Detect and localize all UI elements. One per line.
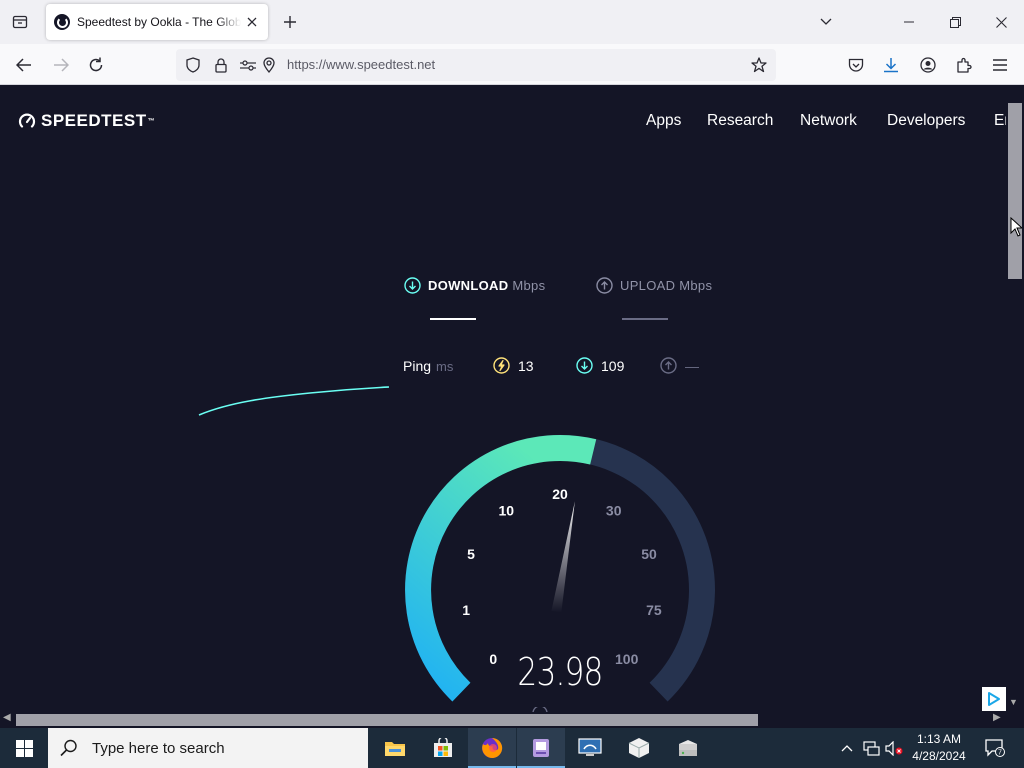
ping-download-icon	[576, 357, 593, 374]
ping-label-group: Ping ms	[403, 358, 453, 374]
extensions-puzzle-icon[interactable]	[951, 52, 977, 78]
gauge-scale-label: 5	[467, 546, 475, 562]
gauge-scale-label: 75	[646, 602, 662, 618]
ping-bolt-icon	[493, 357, 510, 374]
restore-icon[interactable]	[943, 10, 967, 34]
scrollbar-corner	[1006, 712, 1024, 728]
vertical-scroll-thumb[interactable]	[1008, 103, 1022, 279]
ping-upload-value: —	[685, 357, 699, 374]
pocket-icon[interactable]	[843, 52, 869, 78]
windows-start-icon[interactable]	[0, 728, 48, 768]
file-explorer-icon[interactable]	[371, 728, 419, 768]
gauge-scale-label: 30	[606, 502, 622, 518]
package-box-icon[interactable]	[615, 728, 663, 768]
downloads-icon[interactable]	[878, 52, 904, 78]
tracking-protection-shield-icon[interactable]	[184, 56, 202, 74]
speedtest-page: SPEEDTEST ™ Apps Research Network Develop…	[0, 85, 1006, 712]
back-arrow-icon[interactable]	[11, 52, 37, 78]
download-unit: Mbps	[512, 278, 546, 293]
account-icon[interactable]	[915, 52, 941, 78]
horizontal-scroll-thumb[interactable]	[16, 714, 758, 726]
ping-upload: —	[660, 357, 699, 374]
nav-apps[interactable]: Apps	[646, 112, 681, 130]
speedtest-favicon-icon	[54, 14, 70, 30]
gauge-speed-value: 23.98	[517, 650, 603, 694]
ping-label: Ping	[403, 358, 432, 374]
permissions-icon[interactable]	[239, 56, 257, 74]
gauge-scale-label: 10	[499, 502, 515, 518]
gauge-needle	[551, 501, 575, 613]
tab-title: Speedtest by Ookla - The Global Broadban…	[77, 15, 241, 29]
notification-count: 7	[998, 750, 1002, 757]
upload-label: UPLOAD	[620, 278, 676, 293]
download-label: DOWNLOAD	[428, 278, 509, 293]
taskbar-search-placeholder: Type here to search	[92, 739, 225, 757]
microsoft-store-icon[interactable]	[419, 728, 467, 768]
remote-desktop-icon[interactable]	[566, 728, 614, 768]
reload-icon[interactable]	[83, 52, 109, 78]
new-tab-icon[interactable]	[279, 11, 301, 33]
taskbar-clock[interactable]: 1:13 AM 4/28/2024	[906, 731, 972, 765]
minimize-icon[interactable]	[897, 10, 921, 34]
browser-nav-bar: https://www.speedtest.net	[0, 44, 1024, 85]
speed-trace-line	[198, 386, 390, 416]
url-text[interactable]: https://www.speedtest.net	[287, 57, 435, 72]
nav-network[interactable]: Network	[800, 112, 857, 130]
address-bar[interactable]: https://www.speedtest.net	[176, 49, 776, 81]
horizontal-scrollbar[interactable]: ◀ ▶	[0, 712, 1006, 728]
download-metric: DOWNLOAD Mbps	[404, 277, 545, 294]
taskbar-search-box[interactable]: Type here to search	[48, 728, 368, 768]
mouse-cursor-icon	[1010, 217, 1022, 237]
download-arrow-icon	[404, 277, 421, 294]
clock-time: 1:13 AM	[916, 732, 962, 746]
clock-date: 4/28/2024	[912, 749, 966, 763]
tab-list-icon[interactable]	[8, 10, 32, 34]
menu-hamburger-icon[interactable]	[987, 52, 1013, 78]
close-window-icon[interactable]	[989, 10, 1013, 34]
lock-icon[interactable]	[212, 56, 230, 74]
ping-download: 109	[576, 357, 624, 374]
server-stack-icon[interactable]	[664, 728, 712, 768]
browser-tab-speedtest[interactable]: Speedtest by Ookla - The Global Broadban…	[46, 4, 268, 40]
ping-upload-icon	[660, 357, 677, 374]
logo-text: SPEEDTEST	[41, 111, 147, 130]
show-hidden-icons-chevron-icon[interactable]	[838, 728, 856, 768]
nav-enterprise[interactable]: En	[994, 112, 1006, 130]
close-tab-icon[interactable]	[242, 12, 262, 32]
search-icon	[60, 739, 77, 757]
nav-developers[interactable]: Developers	[887, 112, 965, 130]
upload-underline	[622, 318, 668, 320]
gauge-scale-label: 20	[552, 486, 568, 502]
ping-idle: 13	[493, 357, 534, 374]
network-icon[interactable]	[861, 728, 881, 768]
firefox-icon[interactable]	[468, 728, 516, 768]
upload-unit: Mbps	[679, 278, 713, 293]
nav-research[interactable]: Research	[707, 112, 773, 130]
windows-taskbar: Type here to search 1:13 AM 4/28/2024 7	[0, 728, 1024, 768]
adchoices-icon[interactable]	[982, 687, 1006, 711]
scroll-right-arrow-icon[interactable]: ▶	[993, 712, 1001, 723]
scroll-down-arrow-icon[interactable]: ▼	[1009, 697, 1018, 707]
location-pin-icon[interactable]	[260, 56, 278, 74]
forward-arrow-icon[interactable]	[48, 52, 74, 78]
scroll-left-arrow-icon[interactable]: ◀	[3, 712, 11, 723]
bookmark-star-icon[interactable]	[750, 56, 768, 74]
gauge-scale-label: 1	[462, 602, 470, 618]
ping-unit: ms	[436, 358, 454, 374]
gauge-scale-label: 50	[641, 546, 657, 562]
notification-center-icon[interactable]: 7	[978, 728, 1012, 768]
app-window-icon[interactable]	[517, 728, 565, 768]
browser-tab-bar: Speedtest by Ookla - The Global Broadban…	[0, 0, 1024, 44]
download-underline	[430, 318, 476, 320]
speedtest-logo[interactable]: SPEEDTEST ™	[18, 111, 155, 131]
speedtest-gauge-icon	[18, 113, 36, 128]
upload-arrow-icon	[596, 277, 613, 294]
ping-value: 13	[518, 357, 534, 374]
volume-muted-icon[interactable]	[884, 728, 904, 768]
tab-overflow-chevron-icon[interactable]	[814, 10, 838, 34]
ping-download-value: 109	[601, 357, 625, 374]
upload-metric: UPLOAD Mbps	[596, 277, 712, 294]
vertical-scrollbar[interactable]: ▼	[1006, 85, 1024, 712]
